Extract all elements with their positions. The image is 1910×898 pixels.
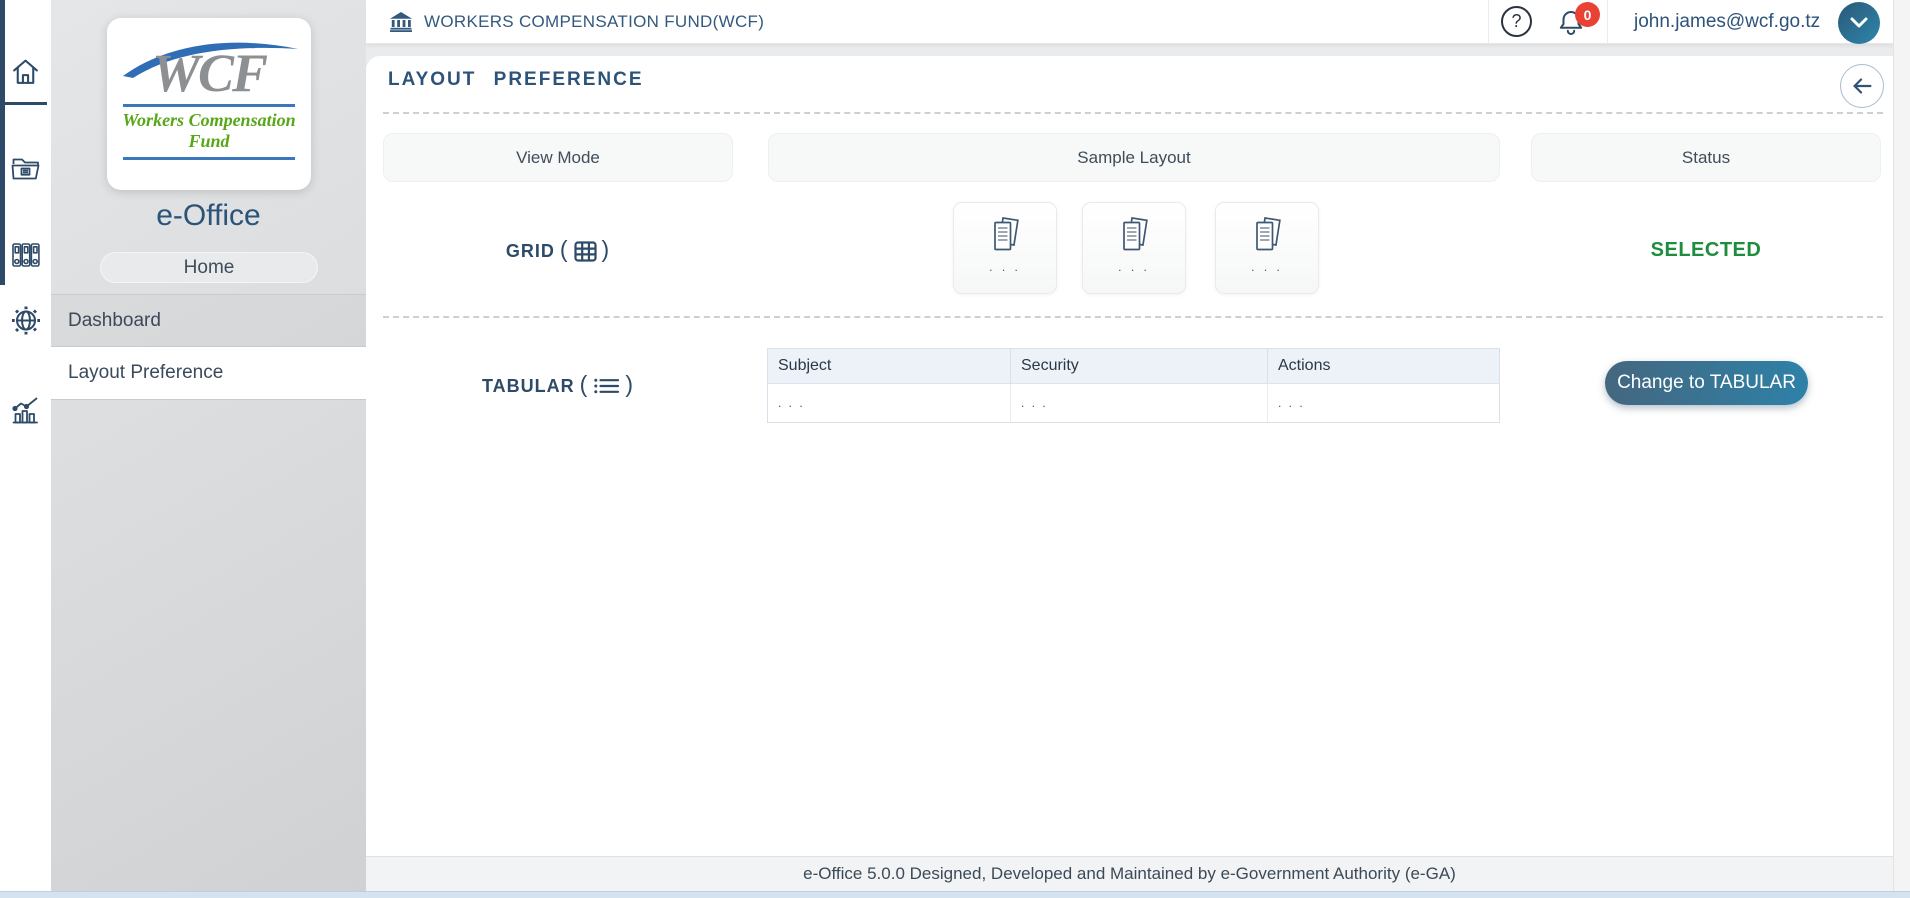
column-header-view-mode: View Mode — [383, 133, 733, 182]
wcf-logo: WCF Workers Compensation Fund — [107, 18, 311, 190]
card-ellipsis: . . . — [989, 260, 1021, 274]
table-cell: . . . — [768, 384, 1011, 422]
sidebar-item-layout-preference[interactable]: Layout Preference — [51, 347, 366, 400]
card-ellipsis: . . . — [1118, 260, 1150, 274]
icon-rail — [0, 0, 51, 898]
table-cell: . . . — [1268, 384, 1499, 422]
rail-separator — [0, 102, 47, 105]
chevron-down-icon — [1848, 15, 1870, 31]
table-cell: . . . — [1011, 384, 1268, 422]
documents-folder-icon[interactable] — [0, 152, 51, 181]
vertical-scrollbar[interactable] — [1893, 0, 1910, 891]
grid-sample-card: . . . — [1082, 202, 1186, 294]
tabular-mode-label: TABULAR ( ) — [383, 361, 733, 411]
paren: ( — [560, 236, 569, 263]
horizontal-scrollbar[interactable] — [0, 891, 1910, 898]
sidebar: WCF Workers Compensation Fund e-Office H… — [51, 0, 366, 898]
document-copy-icon — [1250, 216, 1284, 254]
document-copy-icon — [988, 216, 1022, 254]
table-header-subject: Subject — [768, 349, 1011, 383]
org-title: WORKERS COMPENSATION FUND(WCF) — [424, 0, 764, 44]
paren: ) — [625, 371, 634, 398]
table-row: . . . . . . . . . — [768, 383, 1499, 422]
app-name: e-Office — [51, 199, 366, 233]
bank-icon — [390, 12, 412, 32]
change-to-tabular-button[interactable]: Change to TABULAR — [1605, 361, 1808, 405]
globe-settings-icon[interactable] — [0, 305, 51, 337]
sidebar-menu: Dashboard Layout Preference — [51, 294, 366, 400]
user-avatar-menu[interactable] — [1838, 2, 1880, 44]
topbar-divider — [1607, 0, 1608, 44]
table-header-actions: Actions — [1268, 349, 1499, 383]
logo-rule — [123, 157, 295, 160]
sample-table: Subject Security Actions . . . . . . . .… — [767, 348, 1500, 423]
dashed-separator — [383, 316, 1883, 318]
list-icon — [593, 377, 620, 395]
dashed-separator — [383, 112, 1883, 114]
paren: ( — [580, 371, 589, 398]
page-title: LAYOUT PREFERENCE — [388, 69, 644, 91]
grid-mode-text: GRID — [506, 241, 555, 262]
sidebar-item-dashboard[interactable]: Dashboard — [51, 294, 366, 347]
application-window: WCF Workers Compensation Fund e-Office H… — [0, 0, 1910, 898]
tabular-mode-text: TABULAR — [482, 376, 575, 397]
document-copy-icon — [1117, 216, 1151, 254]
notification-count-badge: 0 — [1575, 2, 1600, 27]
table-header-security: Security — [1011, 349, 1268, 383]
grid-sample-card: . . . — [1215, 202, 1319, 294]
home-icon[interactable] — [0, 56, 51, 87]
home-button[interactable]: Home — [100, 252, 318, 283]
logo-rule — [123, 104, 295, 107]
sample-table-header: Subject Security Actions — [768, 349, 1499, 383]
status-badge: SELECTED — [1531, 239, 1881, 262]
card-ellipsis: . . . — [1251, 260, 1283, 274]
back-button[interactable] — [1840, 64, 1884, 108]
logo-acronym: WCF — [107, 48, 311, 99]
paren: ) — [602, 236, 611, 263]
footer: e-Office 5.0.0 Designed, Developed and M… — [366, 856, 1893, 891]
layout-preference-panel: LAYOUT PREFERENCE View Mode Sample Layou… — [366, 56, 1893, 856]
arrow-left-icon — [1849, 73, 1875, 99]
help-icon[interactable]: ? — [1501, 6, 1532, 37]
notifications-bell[interactable]: 0 — [1556, 7, 1588, 39]
logo-tagline: Workers Compensation Fund — [107, 110, 311, 152]
topbar: WORKERS COMPENSATION FUND(WCF) ? 0 john.… — [366, 0, 1893, 44]
binders-icon[interactable] — [0, 240, 51, 270]
grid-icon — [574, 241, 597, 262]
statistics-chart-icon[interactable] — [0, 395, 51, 425]
column-header-status: Status — [1531, 133, 1881, 182]
user-email[interactable]: john.james@wcf.go.tz — [1634, 0, 1820, 44]
grid-sample-card: . . . — [953, 202, 1057, 294]
topbar-divider — [1488, 0, 1489, 44]
column-header-sample-layout: Sample Layout — [768, 133, 1500, 182]
grid-mode-label: GRID ( ) — [383, 226, 733, 276]
